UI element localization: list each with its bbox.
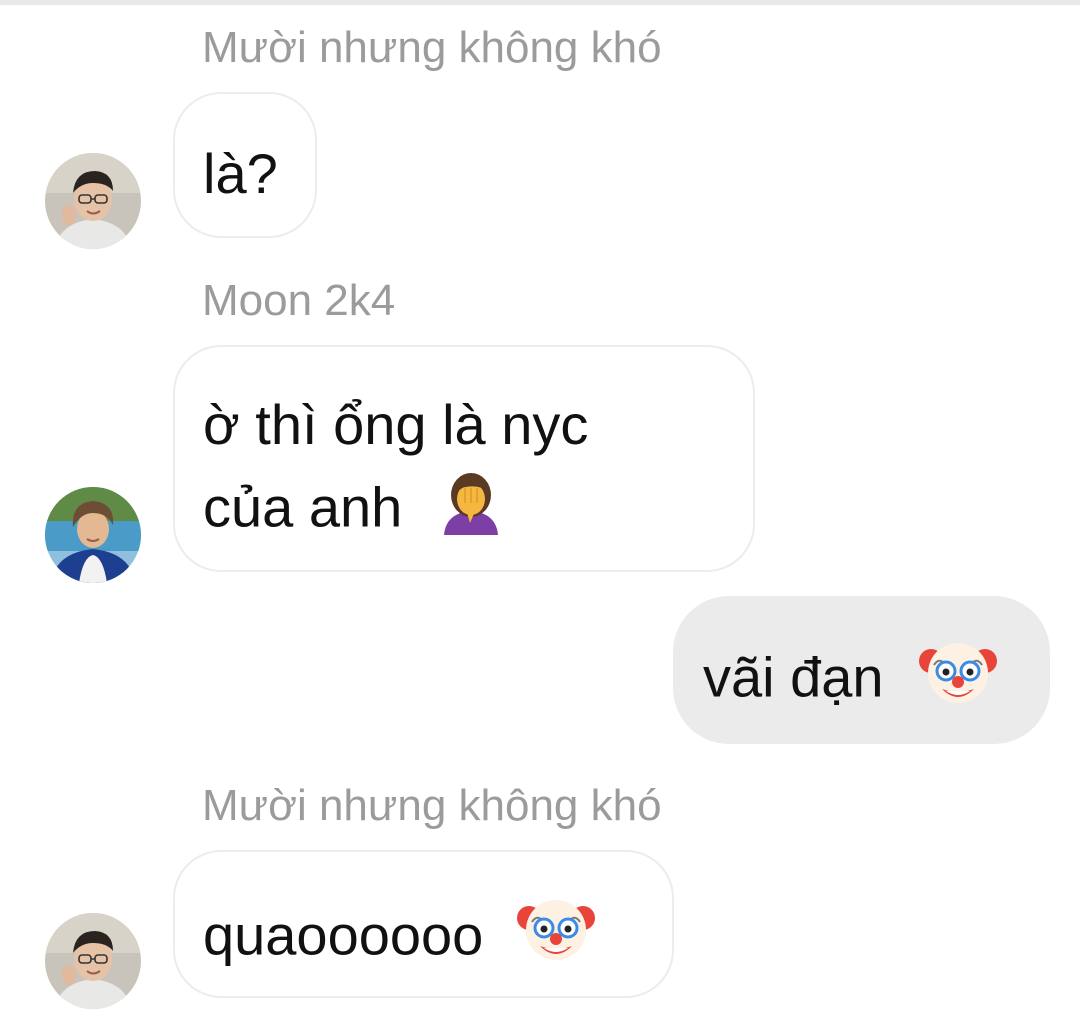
- sender-name: Mười nhưng không khó: [202, 23, 662, 72]
- clown-face-emoji-icon: [516, 892, 595, 975]
- avatar-beach-guy-icon: [45, 487, 141, 583]
- message-text: vãi đạn: [703, 645, 884, 709]
- message-bubble[interactable]: là?: [173, 92, 317, 238]
- clown-face-emoji-icon: [919, 635, 998, 718]
- message-text-line-1: ờ thì ổng là nyc: [203, 393, 589, 456]
- message-text: là?: [203, 142, 278, 205]
- avatar-glasses-guy-icon: [45, 153, 141, 249]
- message-text-line-2: của anh: [203, 475, 403, 539]
- woman-facepalming-emoji-icon: [440, 469, 502, 546]
- sender-name: Mười nhưng không khó: [202, 781, 662, 830]
- message-text: quaoooooo: [203, 903, 484, 967]
- avatar-glasses-guy-icon: [45, 913, 141, 1009]
- message-bubble-outgoing[interactable]: vãi đạn: [673, 596, 1050, 744]
- avatar[interactable]: [45, 913, 141, 1009]
- avatar[interactable]: [45, 153, 141, 249]
- message-bubble[interactable]: quaoooooo: [173, 850, 674, 998]
- message-bubble[interactable]: ờ thì ổng là nyc của anh: [173, 345, 755, 572]
- avatar[interactable]: [45, 487, 141, 583]
- sender-name: Moon 2k4: [202, 276, 396, 325]
- top-divider: [0, 0, 1080, 5]
